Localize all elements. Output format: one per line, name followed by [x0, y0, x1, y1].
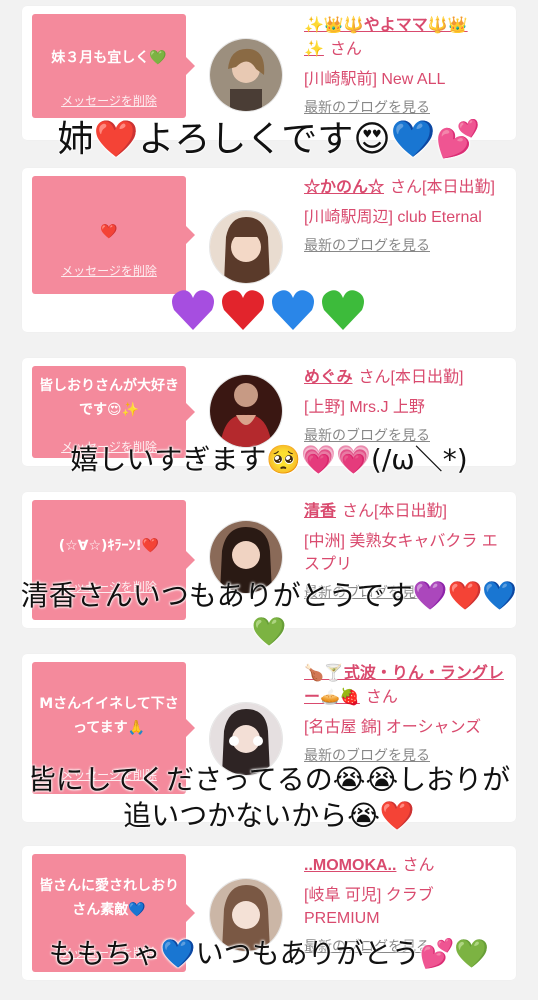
overlay-caption: ももちゃ💙いつもありがとう💕💚 — [48, 937, 490, 970]
profile-info: 🍗🍸式波・りん・ラングレー🥧🍓 さん [名古屋 錦] オーシャンズ 最新のブログを… — [304, 662, 510, 765]
avatar[interactable] — [209, 38, 283, 112]
status-label: [本日出勤] — [390, 369, 464, 386]
san-label: さん — [365, 689, 398, 706]
san-label: さん — [358, 369, 391, 386]
status-label: [本日出勤] — [374, 503, 447, 520]
latest-blog-link[interactable]: 最新のブログを見る — [304, 235, 510, 255]
name-line: ☆かのん☆ さん[本日出勤] — [304, 176, 510, 200]
overlay-caption: 嬉しいすぎます🥺💗💗(/ω＼*) — [70, 443, 468, 476]
shop-label: [中洲] 美熟女キャバクラ エスプリ — [304, 533, 498, 573]
message-bubble: ❤️ メッセージを削除 — [32, 176, 195, 294]
message-text: 妹３月も宜しく💚 — [51, 50, 167, 66]
message-text: (☆∀☆)ｷﾗｰﾝ!❤️ — [58, 538, 160, 554]
overlay-caption: 皆にしてくださってるの😭😭しおりが 追いつかないから😭❤️ — [27, 763, 511, 832]
san-label: さん — [402, 857, 435, 874]
san-label: さん — [329, 41, 362, 58]
message-text: Mさんイイネして下さってます🙏 — [39, 696, 179, 736]
delete-message-link[interactable]: メッセージを削除 — [32, 92, 186, 109]
profile-name-link[interactable]: 清香 — [304, 503, 336, 520]
name-line: 清香 さん[本日出勤] — [304, 500, 510, 524]
profile-name-link[interactable]: ☆かのん☆ — [304, 179, 384, 196]
profile-name-link[interactable]: 🍗🍸式波・りん・ラングレー🥧🍓 — [304, 665, 504, 706]
overlay-caption: 清香さんいつもありがとうです💜❤️💙 💚 — [20, 579, 518, 648]
shop-label: [川崎駅前] New ALL — [304, 71, 446, 88]
shop-label: [上野] Mrs.J 上野 — [304, 399, 425, 416]
profile-name-link[interactable]: めぐみ — [304, 369, 352, 386]
avatar[interactable] — [209, 210, 283, 284]
purple-heart-icon — [172, 290, 214, 330]
name-line: 🍗🍸式波・りん・ラングレー🥧🍓 さん — [304, 662, 510, 710]
message-text: ❤️ — [100, 224, 118, 240]
blue-heart-icon — [272, 290, 314, 330]
overlay-caption: 姉❤️よろしくです😍💙💕 — [57, 119, 481, 160]
name-line: ✨👑🔱やよママ🔱👑 ✨ さん — [304, 14, 510, 62]
red-heart-icon — [222, 290, 264, 330]
san-label: さん — [342, 503, 375, 520]
shop-label: [名古屋 錦] オーシャンズ — [304, 719, 482, 736]
profile-info: ✨👑🔱やよママ🔱👑 ✨ さん [川崎駅前] New ALL 最新のブログを見る — [304, 14, 510, 117]
profile-info: ☆かのん☆ さん[本日出勤] [川崎駅周辺] club Eternal 最新のブロ… — [304, 176, 510, 255]
shop-label: [川崎駅周辺] club Eternal — [304, 209, 482, 226]
message-bubble: 妹３月も宜しく💚 メッセージを削除 — [32, 14, 195, 118]
profile-info: めぐみ さん[本日出勤] [上野] Mrs.J 上野 最新のブログを見る — [304, 366, 510, 445]
name-line: ..MOMOKA.. さん — [304, 854, 510, 878]
san-label: さん — [390, 179, 423, 196]
message-text: 皆さんに愛されしおりさん素敵💙 — [39, 878, 179, 918]
avatar[interactable] — [209, 374, 283, 448]
message-text: 皆しおりさんが大好きです😍✨ — [39, 378, 179, 418]
name-line: めぐみ さん[本日出勤] — [304, 366, 510, 390]
status-label: [本日出勤] — [422, 179, 495, 196]
green-heart-icon — [322, 290, 364, 330]
delete-message-link[interactable]: メッセージを削除 — [32, 262, 186, 279]
profile-name-link[interactable]: ✨👑🔱やよママ🔱👑 ✨ — [304, 17, 468, 58]
shop-label: [岐阜 可児] クラブ PREMIUM — [304, 887, 434, 927]
hearts-row — [170, 288, 366, 332]
latest-blog-link[interactable]: 最新のブログを見る — [304, 97, 510, 117]
profile-name-link[interactable]: ..MOMOKA.. — [304, 857, 396, 874]
